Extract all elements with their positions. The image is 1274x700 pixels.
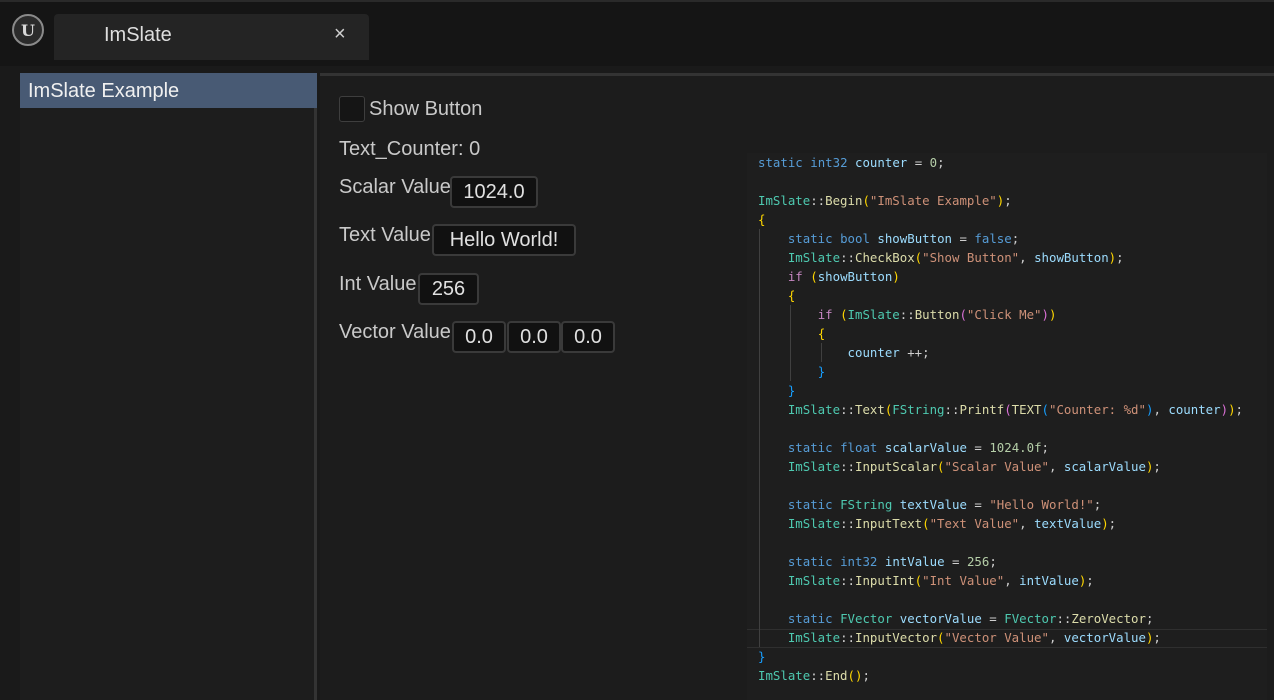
show-button-checkbox[interactable] — [339, 96, 365, 122]
vector-value-label: Vector Value — [339, 321, 451, 343]
code-line: static float scalarValue = 1024.0f; — [787, 440, 1050, 455]
code-line: ImSlate::InputScalar("Scalar Value", sca… — [787, 459, 1161, 474]
scalar-value-input[interactable]: 1024.0 — [450, 176, 538, 208]
sidebar-item-imslate-example[interactable]: ImSlate Example — [20, 73, 317, 108]
int-value-input[interactable]: 256 — [418, 273, 479, 305]
text-value-input[interactable]: Hello World! — [432, 224, 576, 256]
code-line: static FVector vectorValue = FVector::Ze… — [787, 611, 1154, 626]
code-line: ImSlate::InputVector("Vector Value", vec… — [787, 630, 1161, 645]
counter-text: Text_Counter: 0 — [339, 138, 481, 160]
code-line: static int32 counter = 0; — [758, 155, 945, 170]
scalar-value-label: Scalar Value — [339, 176, 451, 198]
code-line: { — [787, 288, 796, 303]
tab-imslate[interactable]: ImSlate × — [54, 14, 369, 60]
code-line: if (showButton) — [787, 269, 900, 284]
sidebar: ImSlate Example — [20, 73, 317, 700]
vector-x-input[interactable]: 0.0 — [452, 321, 506, 353]
code-line: { — [758, 212, 766, 227]
show-button-label: Show Button — [369, 98, 483, 120]
code-line: ImSlate::Text(FString::Printf(TEXT("Coun… — [787, 402, 1243, 417]
code-line: static FString textValue = "Hello World!… — [787, 497, 1102, 512]
code-line: { — [817, 326, 826, 341]
code-line: } — [787, 383, 796, 398]
code-line: ImSlate::End(); — [758, 668, 870, 683]
code-line: static bool showButton = false; — [787, 231, 1020, 246]
vector-z-input[interactable]: 0.0 — [561, 321, 615, 353]
tab-title: ImSlate — [104, 24, 172, 46]
code-line: ImSlate::CheckBox("Show Button", showBut… — [787, 250, 1124, 265]
close-icon[interactable]: × — [334, 23, 346, 46]
title-bar: U ImSlate × — [0, 0, 1274, 66]
code-line: counter ++; — [847, 345, 930, 360]
code-line: static int32 intValue = 256; — [787, 554, 997, 569]
code-line: if (ImSlate::Button("Click Me")) — [817, 307, 1057, 322]
code-line: ImSlate::InputInt("Int Value", intValue)… — [787, 573, 1094, 588]
code-line: ImSlate::InputText("Text Value", textVal… — [787, 516, 1117, 531]
vector-y-input[interactable]: 0.0 — [507, 321, 561, 353]
code-line: } — [817, 364, 826, 379]
unreal-logo-icon[interactable]: U — [12, 14, 44, 46]
int-value-label: Int Value — [339, 273, 417, 295]
text-value-label: Text Value — [339, 224, 431, 246]
code-line: ImSlate::Begin("ImSlate Example"); — [758, 193, 1012, 208]
code-line: } — [758, 649, 766, 664]
code-panel: static int32 counter = 0;ImSlate::Begin(… — [747, 153, 1267, 700]
